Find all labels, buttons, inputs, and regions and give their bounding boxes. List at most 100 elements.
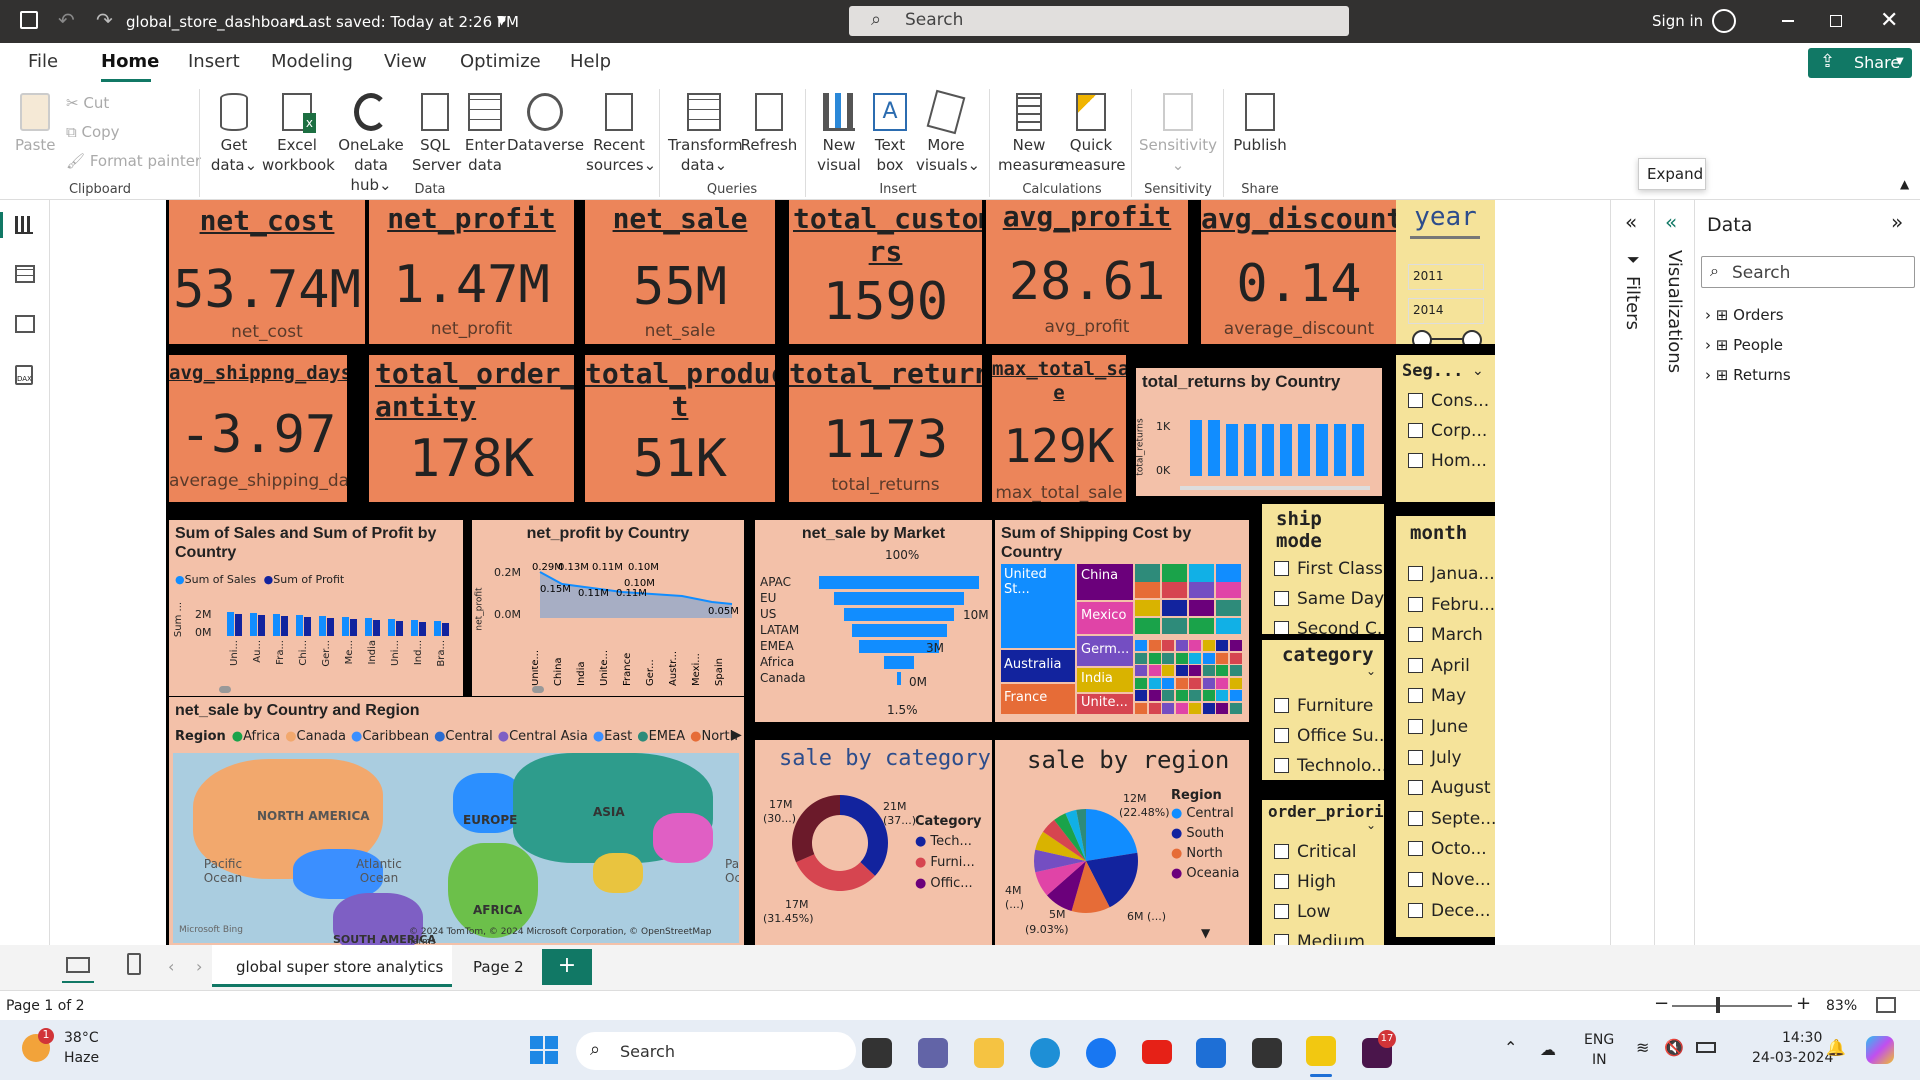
power-bi-icon[interactable]: [1306, 1036, 1336, 1066]
expand-icon[interactable]: «: [1665, 210, 1677, 234]
order-priority-slicer[interactable]: order_priority ⌄ Critical High Low Mediu…: [1262, 800, 1384, 945]
edge-icon[interactable]: [1030, 1038, 1060, 1068]
checkbox[interactable]: [1408, 657, 1423, 673]
checkbox[interactable]: [1274, 934, 1289, 945]
tile[interactable]: United St...: [1001, 564, 1075, 648]
undo-icon[interactable]: ↶: [58, 8, 75, 32]
sensitivity-button[interactable]: Sensitivity ⌄: [1138, 93, 1218, 175]
tile[interactable]: Germ...: [1077, 636, 1133, 666]
language-top[interactable]: ENG: [1584, 1032, 1614, 1048]
zoom-in-icon[interactable]: +: [1796, 993, 1811, 1014]
save-icon[interactable]: [20, 11, 38, 29]
market-funnel-chart[interactable]: net_sale by Market 100% APAC EU US LATAM EME…: [755, 520, 992, 722]
close-icon[interactable]: ✕: [1880, 8, 1898, 33]
checkbox[interactable]: [1274, 698, 1289, 713]
table-view-icon[interactable]: [15, 265, 35, 283]
category-option[interactable]: Technolo...: [1274, 756, 1384, 776]
ship-mode-option[interactable]: Same Day: [1274, 589, 1384, 609]
menu-view[interactable]: View: [384, 51, 427, 72]
clock-date[interactable]: 24-03-2024: [1752, 1050, 1833, 1066]
scroll-down-icon[interactable]: ▼: [1201, 926, 1210, 940]
checkbox[interactable]: [1274, 874, 1289, 889]
chevron-down-icon[interactable]: ⌄: [1366, 818, 1376, 832]
collapse-right-icon[interactable]: »: [1891, 210, 1903, 234]
table-item-people[interactable]: › ⊞ People: [1705, 336, 1783, 354]
checkbox[interactable]: [1408, 423, 1423, 438]
scroll-handle[interactable]: [219, 686, 231, 693]
checkbox[interactable]: [1274, 758, 1289, 773]
checkbox[interactable]: [1408, 780, 1423, 796]
checkbox[interactable]: [1408, 393, 1423, 408]
show-hidden-icons[interactable]: ⌃: [1504, 1038, 1517, 1057]
checkbox[interactable]: [1408, 810, 1423, 826]
tile[interactable]: China: [1077, 564, 1133, 600]
tile[interactable]: Mexico: [1077, 602, 1133, 634]
store-icon[interactable]: [1196, 1038, 1226, 1068]
zoom-slider-thumb[interactable]: [1716, 997, 1720, 1013]
redo-icon[interactable]: ↷: [96, 8, 113, 32]
fit-page-icon[interactable]: [1876, 997, 1896, 1013]
checkbox[interactable]: [1408, 453, 1423, 468]
sql-server-button[interactable]: SQL Server: [412, 93, 461, 175]
month-option[interactable]: Janua...: [1408, 564, 1495, 584]
category-donut-chart[interactable]: sale by category 17M (30...) 21M (37...)…: [755, 740, 992, 945]
model-view-icon[interactable]: [15, 315, 35, 333]
month-option[interactable]: May: [1408, 686, 1466, 706]
year-to-input[interactable]: 2014: [1408, 298, 1484, 324]
ship-mode-slicer[interactable]: ship mode First Class Same Day Second C.…: [1262, 504, 1384, 634]
format-painter-button[interactable]: 🖌 Format painter: [66, 151, 201, 171]
priority-option[interactable]: Critical: [1274, 842, 1356, 862]
menu-optimize[interactable]: Optimize: [460, 51, 541, 72]
map-credit[interactable]: © 2024 TomTom, © 2024 Microsoft Corporat…: [409, 927, 739, 945]
checkbox[interactable]: [1408, 566, 1423, 581]
checkbox[interactable]: [1408, 688, 1423, 704]
segment-slicer[interactable]: Seg... ⌄ Cons... Corp... Hom...: [1396, 355, 1495, 502]
restore-icon[interactable]: [1830, 15, 1842, 27]
month-option[interactable]: Dece...: [1408, 901, 1491, 921]
publish-button[interactable]: Publish: [1230, 93, 1290, 155]
kpi-card-total-customers[interactable]: total_custome rs 1590: [789, 200, 982, 344]
checkbox[interactable]: [1408, 841, 1423, 857]
text-box-button[interactable]: A Text box: [868, 93, 912, 175]
clock-time[interactable]: 14:30: [1782, 1030, 1822, 1046]
profit-by-country-chart[interactable]: net_profit by Country net_profit 0.2M 0.…: [472, 520, 744, 696]
segment-option[interactable]: Hom...: [1408, 451, 1487, 471]
collapse-left-icon[interactable]: «: [1625, 210, 1637, 234]
category-slicer[interactable]: category ⌄ Furniture Office Su... Techno…: [1262, 640, 1384, 780]
checkbox[interactable]: [1274, 621, 1289, 634]
kpi-card-net-profit[interactable]: net_profit 1.47M net_profit: [369, 200, 574, 344]
chevron-down-icon[interactable]: ▼: [497, 13, 506, 27]
zoom-slider[interactable]: [1672, 1005, 1792, 1007]
sign-in-button[interactable]: Sign in: [1652, 12, 1703, 30]
priority-option[interactable]: High: [1274, 872, 1336, 892]
menu-modeling[interactable]: Modeling: [271, 51, 353, 72]
checkbox[interactable]: [1408, 627, 1423, 643]
onedrive-icon[interactable]: ☁: [1540, 1040, 1556, 1059]
add-page-button[interactable]: +: [542, 949, 592, 985]
kpi-card-net-sale[interactable]: net_sale 55M net_sale: [585, 200, 775, 344]
month-option[interactable]: August: [1408, 778, 1491, 798]
battery-icon[interactable]: [1696, 1042, 1716, 1053]
checkbox[interactable]: [1274, 728, 1289, 743]
desktop-layout-icon[interactable]: [66, 957, 90, 973]
country-region-map[interactable]: net_sale by Country and Region Region ●Af…: [169, 697, 744, 945]
last-saved[interactable]: Last saved: Today at 2:26 PM: [300, 13, 519, 31]
segment-option[interactable]: Cons...: [1408, 391, 1489, 411]
checkbox[interactable]: [1408, 719, 1423, 734]
kpi-card-net-cost[interactable]: net_cost 53.74M net_cost: [169, 200, 365, 344]
tile[interactable]: Australia: [1001, 650, 1075, 682]
transform-data-button[interactable]: Transform data⌄: [668, 93, 743, 175]
dax-query-icon[interactable]: DAX: [15, 365, 33, 385]
sticky-notes-icon[interactable]: [1252, 1038, 1282, 1068]
ship-mode-option[interactable]: First Class: [1274, 559, 1383, 579]
facebook-icon[interactable]: [1086, 1038, 1116, 1068]
kpi-card-avg-discount[interactable]: avg_discount 0.14 average_discount: [1201, 200, 1397, 344]
youtube-icon[interactable]: [1142, 1040, 1172, 1064]
refresh-button[interactable]: Refresh: [740, 93, 798, 155]
taskbar-search[interactable]: ⌕ Search: [576, 1032, 856, 1070]
get-data-button[interactable]: Get data⌄: [210, 93, 258, 175]
month-option[interactable]: Febru...: [1408, 595, 1495, 615]
onelake-button[interactable]: OneLake data hub⌄: [335, 93, 407, 195]
volume-muted-icon[interactable]: 🔇: [1664, 1038, 1684, 1057]
menu-help[interactable]: Help: [570, 51, 611, 72]
